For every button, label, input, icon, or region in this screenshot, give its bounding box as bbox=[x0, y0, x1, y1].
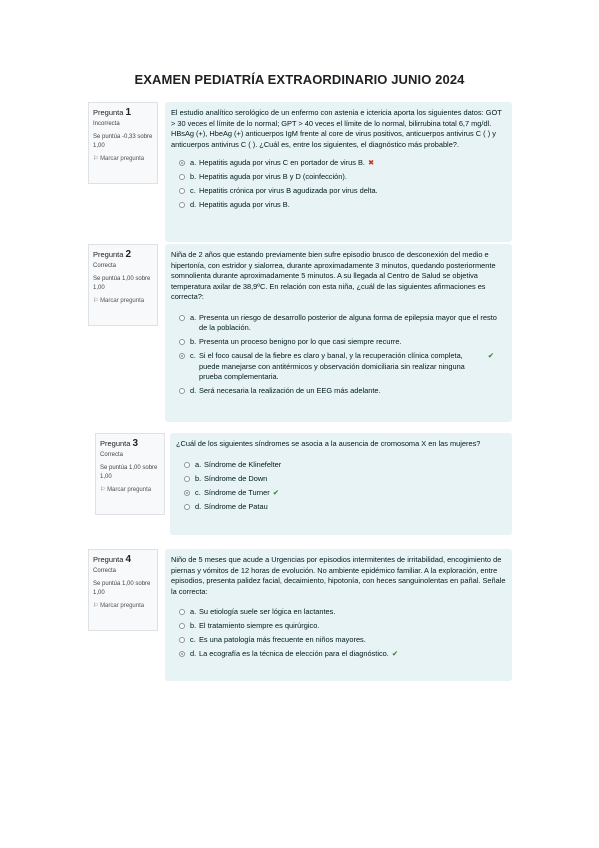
flag-question-link[interactable]: ⚐ Marcar pregunta bbox=[100, 486, 160, 495]
radio-button[interactable] bbox=[179, 188, 185, 194]
question-4: Pregunta 4 Correcta Se puntúa 1,00 sobre… bbox=[88, 549, 512, 681]
question-text: Niño de 5 meses que acude a Urgencias po… bbox=[171, 555, 506, 596]
question-info: Pregunta 2 Correcta Se puntúa 1,00 sobre… bbox=[88, 244, 158, 326]
question-state: Correcta bbox=[100, 452, 124, 458]
question-score: Se puntúa -0,33 sobre 1,00 bbox=[93, 134, 153, 149]
flag-icon: ⚐ bbox=[93, 603, 99, 609]
question-content: ¿Cuál de los siguientes síndromes se aso… bbox=[170, 433, 512, 535]
question-content: Niño de 5 meses que acude a Urgencias po… bbox=[165, 549, 512, 681]
answer-option-c[interactable]: c. Es una patología más frecuente en niño… bbox=[179, 635, 506, 646]
answer-option-c[interactable]: c. Síndrome de Turner ✔ bbox=[184, 488, 506, 499]
question-text: El estudio analítico serológico de un en… bbox=[171, 108, 502, 149]
incorrect-icon: ✖ bbox=[367, 158, 375, 167]
answer-option-b[interactable]: b. Síndrome de Down bbox=[184, 474, 506, 485]
question-state: Correcta bbox=[93, 568, 117, 574]
radio-button[interactable] bbox=[179, 637, 185, 643]
question-state: Correcta bbox=[93, 263, 117, 269]
flag-question-link[interactable]: ⚐ Marcar pregunta bbox=[93, 602, 153, 611]
answer-option-b[interactable]: b. Presenta un proceso benigno por lo que… bbox=[179, 337, 506, 348]
radio-button[interactable] bbox=[179, 609, 185, 615]
radio-button[interactable] bbox=[184, 475, 190, 482]
answer-list: a. Presenta un riesgo de desarrollo poste… bbox=[171, 313, 506, 397]
answer-option-a[interactable]: a. Su etiología suele ser lógica en lacta… bbox=[179, 607, 506, 618]
radio-button[interactable] bbox=[179, 339, 185, 345]
answer-option-d[interactable]: d. Será necesaria la realización de un EE… bbox=[179, 386, 506, 397]
question-number: Pregunta 3 bbox=[100, 438, 139, 449]
correct-icon: ✔ bbox=[272, 487, 279, 497]
answer-option-d[interactable]: d. La ecografía es la técnica de elección… bbox=[179, 649, 506, 660]
correct-icon: ✔ bbox=[487, 351, 494, 360]
flag-icon: ⚐ bbox=[93, 156, 99, 162]
question-number: Pregunta 1 bbox=[93, 107, 132, 118]
question-3: Pregunta 3 Correcta Se puntúa 1,00 sobre… bbox=[95, 433, 512, 535]
flag-question-link[interactable]: ⚐ Marcar pregunta bbox=[93, 297, 153, 306]
radio-button[interactable] bbox=[179, 314, 185, 321]
answer-option-d[interactable]: d. Hepatitis aguda por virus B. bbox=[179, 200, 506, 211]
answer-option-a[interactable]: a. Síndrome de Klinefelter bbox=[184, 460, 506, 471]
question-score: Se puntúa 1,00 sobre 1,00 bbox=[93, 276, 151, 291]
question-number: Pregunta 4 bbox=[93, 554, 132, 565]
question-content: El estudio analítico serológico de un en… bbox=[165, 102, 512, 242]
answer-list: a. Hepatitis aguda por virus C en portado… bbox=[171, 158, 506, 211]
question-number: Pregunta 2 bbox=[93, 249, 132, 260]
radio-button[interactable] bbox=[184, 489, 190, 496]
answer-option-d[interactable]: d. Síndrome de Patau bbox=[184, 502, 506, 513]
answer-option-b[interactable]: b. El tratamiento siempre es quirúrgico. bbox=[179, 621, 506, 632]
answer-option-b[interactable]: b. Hepatitis aguda por virus B y D (coinf… bbox=[179, 172, 506, 183]
question-score: Se puntúa 1,00 sobre 1,00 bbox=[93, 581, 151, 596]
flag-icon: ⚐ bbox=[100, 487, 106, 493]
question-state: Incorrecta bbox=[93, 121, 120, 127]
question-1: Pregunta 1 Incorrecta Se puntúa -0,33 so… bbox=[88, 102, 512, 242]
radio-button[interactable] bbox=[179, 651, 185, 657]
radio-button[interactable] bbox=[179, 623, 185, 629]
flag-icon: ⚐ bbox=[93, 298, 99, 304]
radio-button[interactable] bbox=[179, 202, 185, 208]
question-content: Niña de 2 años que estando previamente b… bbox=[165, 244, 512, 422]
radio-button[interactable] bbox=[179, 353, 185, 359]
question-text: Niña de 2 años que estando previamente b… bbox=[171, 250, 496, 301]
page-title: EXAMEN PEDIATRÍA EXTRAORDINARIO JUNIO 20… bbox=[134, 72, 465, 87]
question-score: Se puntúa 1,00 sobre 1,00 bbox=[100, 465, 158, 480]
question-info: Pregunta 4 Correcta Se puntúa 1,00 sobre… bbox=[88, 549, 158, 631]
correct-icon: ✔ bbox=[391, 649, 399, 658]
answer-list: a. Síndrome de Klinefelter b. Síndrome de … bbox=[176, 460, 506, 513]
question-info: Pregunta 1 Incorrecta Se puntúa -0,33 so… bbox=[88, 102, 158, 184]
radio-button[interactable] bbox=[184, 461, 190, 468]
answer-option-a[interactable]: a. Hepatitis aguda por virus C en portado… bbox=[179, 158, 506, 169]
answer-option-a[interactable]: a. Presenta un riesgo de desarrollo poste… bbox=[179, 313, 506, 334]
question-text: ¿Cuál de los siguientes síndromes se aso… bbox=[176, 439, 481, 448]
answer-list: a. Su etiología suele ser lógica en lacta… bbox=[171, 607, 506, 660]
answer-option-c[interactable]: c. Hepatitis crónica por virus B agudizad… bbox=[179, 186, 506, 197]
radio-button[interactable] bbox=[179, 174, 185, 180]
radio-button[interactable] bbox=[184, 503, 190, 510]
radio-button[interactable] bbox=[179, 388, 185, 394]
flag-question-link[interactable]: ⚐ Marcar pregunta bbox=[93, 155, 153, 164]
question-2: Pregunta 2 Correcta Se puntúa 1,00 sobre… bbox=[88, 244, 512, 422]
radio-button[interactable] bbox=[179, 160, 185, 166]
answer-option-c[interactable]: c. Si el foco causal de la fiebre es clar… bbox=[179, 351, 506, 383]
question-info: Pregunta 3 Correcta Se puntúa 1,00 sobre… bbox=[95, 433, 165, 515]
